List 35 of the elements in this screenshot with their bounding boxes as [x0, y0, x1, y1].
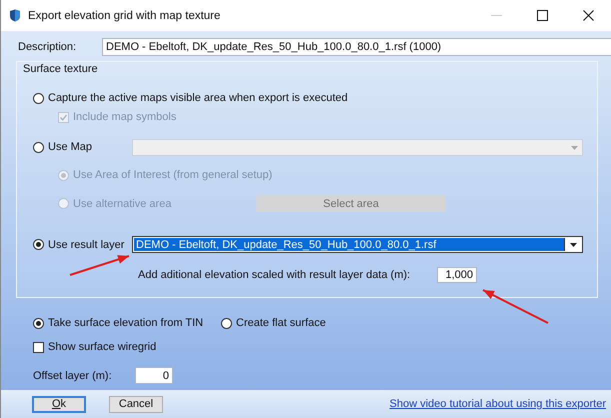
radio-label: Take surface elevation from TIN — [48, 317, 204, 329]
checkbox-label: Include map symbols — [73, 111, 176, 123]
dialog-button[interactable]: Ok — [32, 396, 86, 412]
dropdown-arrow-icon — [570, 242, 576, 246]
annotation-arrow — [482, 289, 548, 324]
radio-button[interactable] — [221, 318, 232, 328]
dropdown-value: DEMO - Ebeltoft, DK_update_Res_50_Hub_100.0_80.0_1.rsf — [134, 238, 564, 251]
offset-layer-field[interactable]: 0 — [135, 367, 173, 384]
radio-label: Use Area of Interest (from general setup) — [73, 169, 272, 181]
radio-label: Use alternative area — [73, 198, 172, 210]
close-icon[interactable] — [582, 10, 594, 21]
checkbox[interactable] — [33, 342, 44, 352]
window-title: Export elevation grid with map texture — [28, 10, 222, 22]
maximize-icon[interactable] — [536, 10, 548, 21]
additional-elevation-field[interactable]: 1,000 — [437, 266, 477, 282]
result-layer-dropdown[interactable]: DEMO - Ebeltoft, DK_update_Res_50_Hub_100.0_80.0_1.rsf — [132, 236, 583, 253]
checkbox-label: Show surface wiregrid — [48, 341, 156, 353]
radio-button[interactable] — [33, 92, 44, 104]
radio-button[interactable] — [33, 318, 44, 328]
tutorial-link[interactable]: Show video tutorial about using this exporter — [390, 398, 606, 410]
app-logo-icon — [9, 9, 21, 22]
description-field[interactable]: DEMO - Ebeltoft, DK_update_Res_50_Hub_100.0_80.0_1.rsf (1000) — [102, 38, 611, 56]
dropdown-arrow-icon — [570, 146, 578, 150]
radio-button[interactable] — [33, 239, 44, 250]
radio-label: Capture the active maps visible area when export is executed — [48, 92, 348, 104]
annotation-arrow — [70, 255, 130, 276]
additional-elevation-label: Add aditional elevation scaled with result layer data (m): — [138, 268, 412, 280]
radio-button[interactable] — [33, 142, 44, 153]
radio-label: Use result layer — [48, 238, 124, 250]
radio-label: Create flat surface — [236, 317, 326, 329]
group-title: Surface texture — [23, 63, 98, 75]
radio-label: Use Map — [48, 141, 92, 154]
dialog-button[interactable]: Cancel — [109, 396, 163, 412]
offset-layer-label: Offset layer (m): — [33, 370, 113, 382]
description-label: Description: — [17, 41, 78, 53]
